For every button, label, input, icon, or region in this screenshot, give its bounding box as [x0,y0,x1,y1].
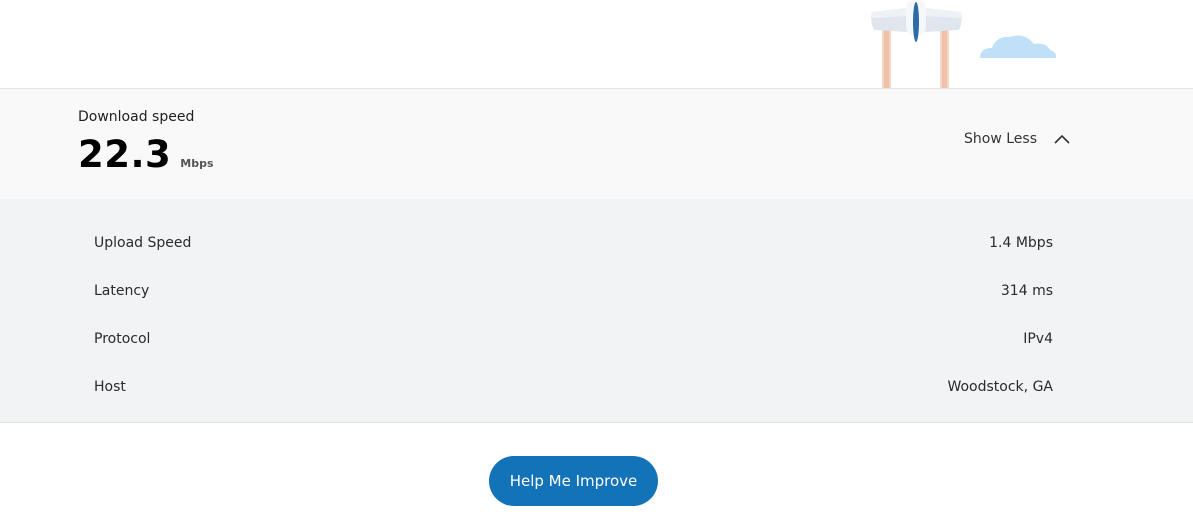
illustration-canvas [871,0,1057,88]
download-speed-label: Download speed [78,109,195,125]
detail-value: 1.4 Mbps [989,235,1053,251]
show-less-label: Show Less [964,131,1037,147]
detail-value: IPv4 [1023,331,1053,347]
cloud-icon [980,35,1057,58]
detail-label: Protocol [94,331,151,347]
help-me-improve-button[interactable]: Help Me Improve [489,456,658,506]
download-speed-value: 22.3 [78,133,172,176]
detail-label: Host [94,379,126,395]
detail-value: 314 ms [1000,283,1053,299]
download-speed-readout: 22.3 Mbps [78,133,214,176]
download-speed-unit: Mbps [180,157,214,170]
show-less-toggle[interactable]: Show Less [964,131,1071,147]
detail-row-protocol: Protocol IPv4 [94,315,1053,363]
details-panel: Upload Speed 1.4 Mbps Latency 314 ms Pro… [0,199,1193,423]
detail-row-latency: Latency 314 ms [94,267,1053,315]
chevron-up-icon [1054,134,1070,144]
detail-row-host: Host Woodstock, GA [94,363,1053,411]
detail-value: Woodstock, GA [947,379,1053,395]
detail-row-upload: Upload Speed 1.4 Mbps [94,219,1053,267]
hero-illustration [0,0,1193,88]
download-summary: Download speed 22.3 Mbps Show Less [0,88,1193,199]
detail-label: Latency [94,283,150,299]
detail-label: Upload Speed [94,235,192,251]
speed-test-results: Download speed 22.3 Mbps Show Less Uploa… [0,0,1193,526]
cta-container: Help Me Improve [0,456,1193,506]
